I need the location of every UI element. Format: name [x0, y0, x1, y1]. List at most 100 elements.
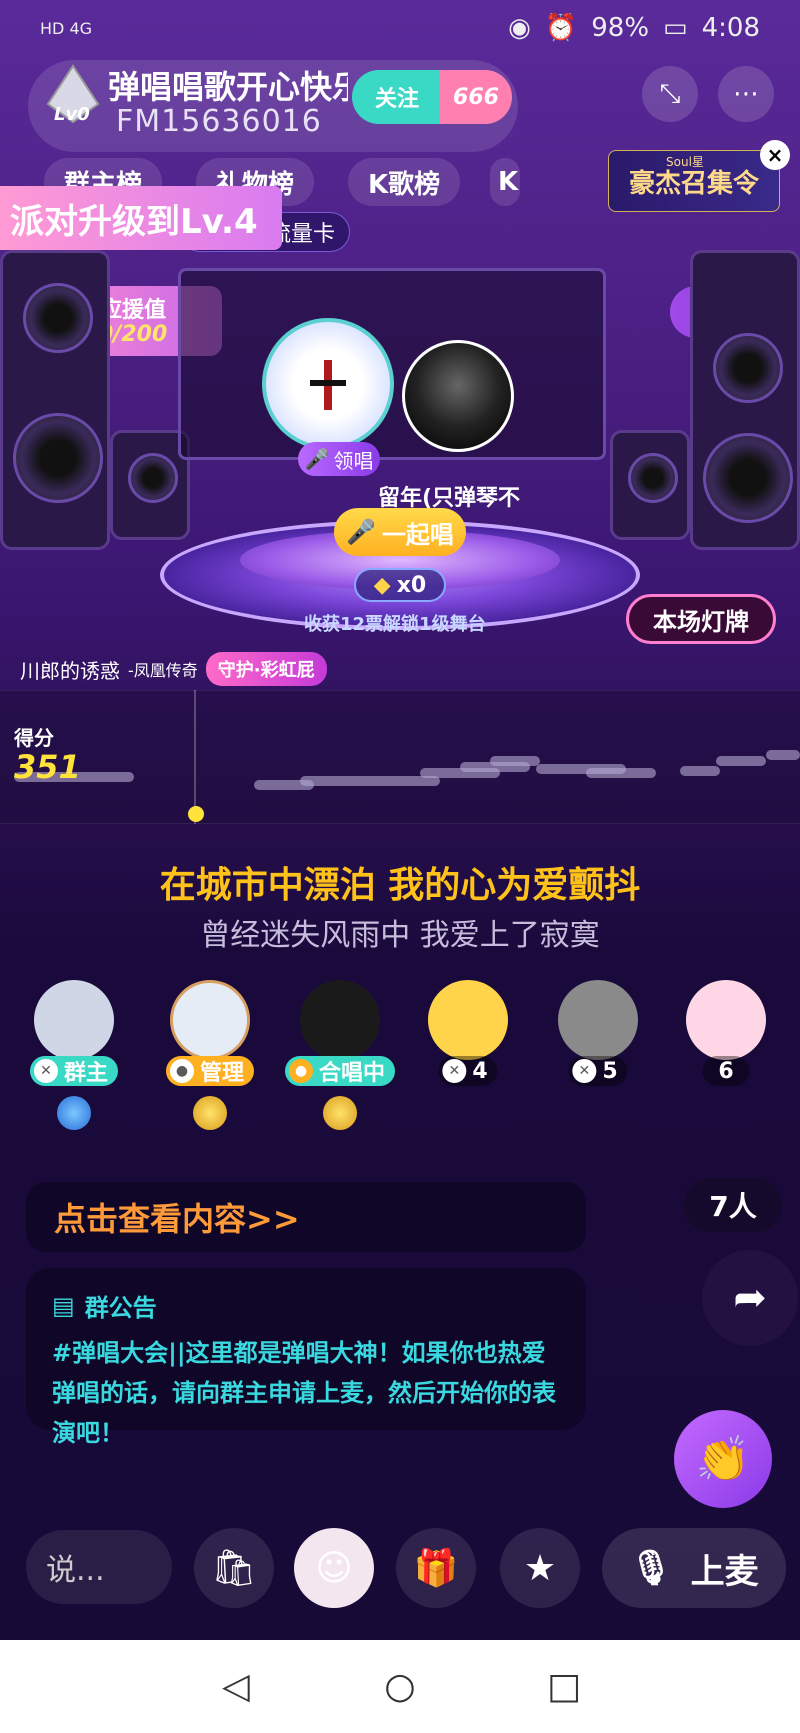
seat-tag: ✕ 群主	[29, 1056, 119, 1086]
event-banner-sub: Soul星	[666, 155, 704, 169]
tab-ksong-rank[interactable]: K歌榜	[348, 158, 461, 206]
pitch-bar	[490, 756, 540, 766]
more-icon[interactable]: ⋯	[718, 66, 774, 122]
microphone-icon: ●	[288, 1059, 313, 1083]
room-id: FM15636016	[116, 104, 322, 139]
eye-icon: ◉	[508, 13, 531, 43]
pitch-bar	[680, 766, 720, 776]
microphone-icon: 🎙	[629, 1548, 673, 1588]
ticket-count[interactable]: ◆ x0	[354, 568, 446, 602]
mic-off-icon: ✕	[572, 1059, 597, 1083]
lead-badge: 🎤 领唱	[298, 442, 380, 476]
clock: 4:08	[701, 13, 760, 43]
status-bar: HD 4G ◉ ⏰ 98% ▭ 4:08	[0, 0, 800, 56]
system-nav-bar: ◁ ○ □	[0, 1640, 800, 1733]
level-up-toast: 派对升级到Lv.4	[0, 186, 282, 250]
avatar	[558, 980, 638, 1060]
song-credit: 川郎的诱惑 -凤凰传奇 守护·彩虹屁	[20, 652, 327, 686]
notice-icon: ▤	[52, 1291, 75, 1320]
duet-singer-avatar[interactable]	[402, 340, 514, 452]
medal-badge-icon	[323, 1096, 357, 1130]
back-icon[interactable]: ◁	[214, 1665, 258, 1709]
network-status: HD 4G	[40, 18, 93, 38]
sing-together-button[interactable]: 🎤 一起唱	[334, 508, 466, 556]
pitch-bar	[766, 750, 800, 760]
seat-tag: ● 管理	[165, 1056, 255, 1086]
seat-tag: ● 合唱中	[284, 1056, 396, 1086]
notice-body: #弹唱大会||这里都是弹唱大神！如果你也热爱弹唱的话，请向群主申请上麦，然后开始…	[52, 1339, 556, 1447]
score-value: 351	[14, 748, 81, 786]
microphone-icon: ●	[169, 1059, 194, 1083]
seat-tag: ✕ 4	[438, 1056, 498, 1086]
left-speaker	[0, 250, 110, 550]
seat-tag-label: 管理	[199, 1061, 245, 1086]
right-small-speaker	[610, 430, 690, 540]
pitch-bar	[300, 776, 440, 786]
view-content-link[interactable]: 点击查看内容>>	[26, 1182, 586, 1252]
avatar	[686, 980, 766, 1060]
avatar	[170, 980, 250, 1060]
notice-title: 群公告	[84, 1294, 157, 1322]
seat-tag: 6	[702, 1056, 750, 1086]
fan-club-button[interactable]: 666	[440, 70, 512, 124]
current-lyric: 在城市中漂泊 我的心为爱颤抖	[159, 865, 641, 906]
seat-chorus[interactable]: ● 合唱中	[284, 980, 396, 1130]
seat-4[interactable]: ✕ 4	[418, 980, 518, 1086]
medal-badge-icon	[193, 1096, 227, 1130]
shop-icon[interactable]: 🛍	[194, 1528, 274, 1608]
seat-tag-label: 群主	[63, 1061, 109, 1086]
alarm-icon: ⏰	[544, 13, 578, 43]
seat-owner[interactable]: ✕ 群主	[24, 980, 124, 1130]
seat-6[interactable]: 6	[676, 980, 776, 1086]
stage-screen	[178, 268, 606, 460]
share-icon[interactable]: ➦	[702, 1250, 798, 1346]
lead-singer-avatar[interactable]	[262, 318, 394, 450]
avatar	[428, 980, 508, 1060]
lightboard-button[interactable]: 本场灯牌	[626, 594, 776, 644]
avatar	[34, 980, 114, 1060]
seat-number: 4	[472, 1058, 488, 1084]
unlock-stage-text: 收获12票解锁1级舞台	[304, 614, 486, 635]
microphone-icon: 🎤	[346, 518, 376, 546]
gift-icon[interactable]: 🎁	[396, 1528, 476, 1608]
next-lyric: 曾经迷失风雨中 我爱上了寂寞	[200, 918, 600, 953]
mascot-icon[interactable]: ☺	[294, 1528, 374, 1608]
group-notice[interactable]: ▤ 群公告 #弹唱大会||这里都是弹唱大神！如果你也热爱弹唱的话，请向群主申请上…	[26, 1268, 586, 1447]
chat-input[interactable]: 说...	[26, 1530, 172, 1604]
microphone-icon: 🎤	[304, 447, 330, 471]
avatar	[300, 980, 380, 1060]
lead-label: 领唱	[333, 448, 374, 473]
pitch-bar	[586, 768, 656, 778]
ticket-value: x0	[396, 572, 427, 598]
score-label: 得分	[14, 726, 54, 750]
seat-admin[interactable]: ● 管理	[160, 980, 260, 1130]
star-icon[interactable]: ★	[500, 1528, 580, 1608]
battery-percent: 98%	[591, 13, 650, 43]
recent-icon[interactable]: □	[542, 1665, 586, 1709]
seat-5[interactable]: ✕ 5	[548, 980, 648, 1086]
online-count[interactable]: 7人	[684, 1178, 782, 1232]
song-author: -凤凰传奇	[128, 661, 198, 680]
room-title: 弹唱唱歌开心快乐	[108, 68, 348, 106]
pitch-cursor	[188, 806, 204, 822]
room-level: Lv0	[54, 104, 90, 125]
pitch-track	[0, 690, 800, 824]
seat-tag: ✕ 5	[568, 1056, 628, 1086]
clap-icon[interactable]: 👏	[674, 1410, 772, 1508]
mic-off-icon: ✕	[33, 1059, 58, 1083]
mic-up-button[interactable]: 🎙 上麦	[602, 1528, 786, 1608]
close-icon[interactable]: ×	[760, 140, 790, 170]
mic-up-label: 上麦	[690, 1551, 759, 1592]
guard-badge[interactable]: 守护·彩虹屁	[205, 652, 327, 686]
planet-badge-icon	[57, 1096, 91, 1130]
minimize-icon[interactable]: ⤡	[642, 66, 698, 122]
sing-together-label: 一起唱	[381, 520, 454, 549]
pitch-cursor-line	[194, 690, 196, 824]
pitch-bar	[716, 756, 766, 766]
right-speaker	[690, 250, 800, 550]
follow-button[interactable]: 关注	[352, 70, 442, 124]
seat-number: 5	[602, 1058, 618, 1084]
tab-more[interactable]: K	[490, 158, 520, 206]
seat-tag-label: 合唱中	[318, 1061, 386, 1086]
home-icon[interactable]: ○	[378, 1665, 422, 1709]
